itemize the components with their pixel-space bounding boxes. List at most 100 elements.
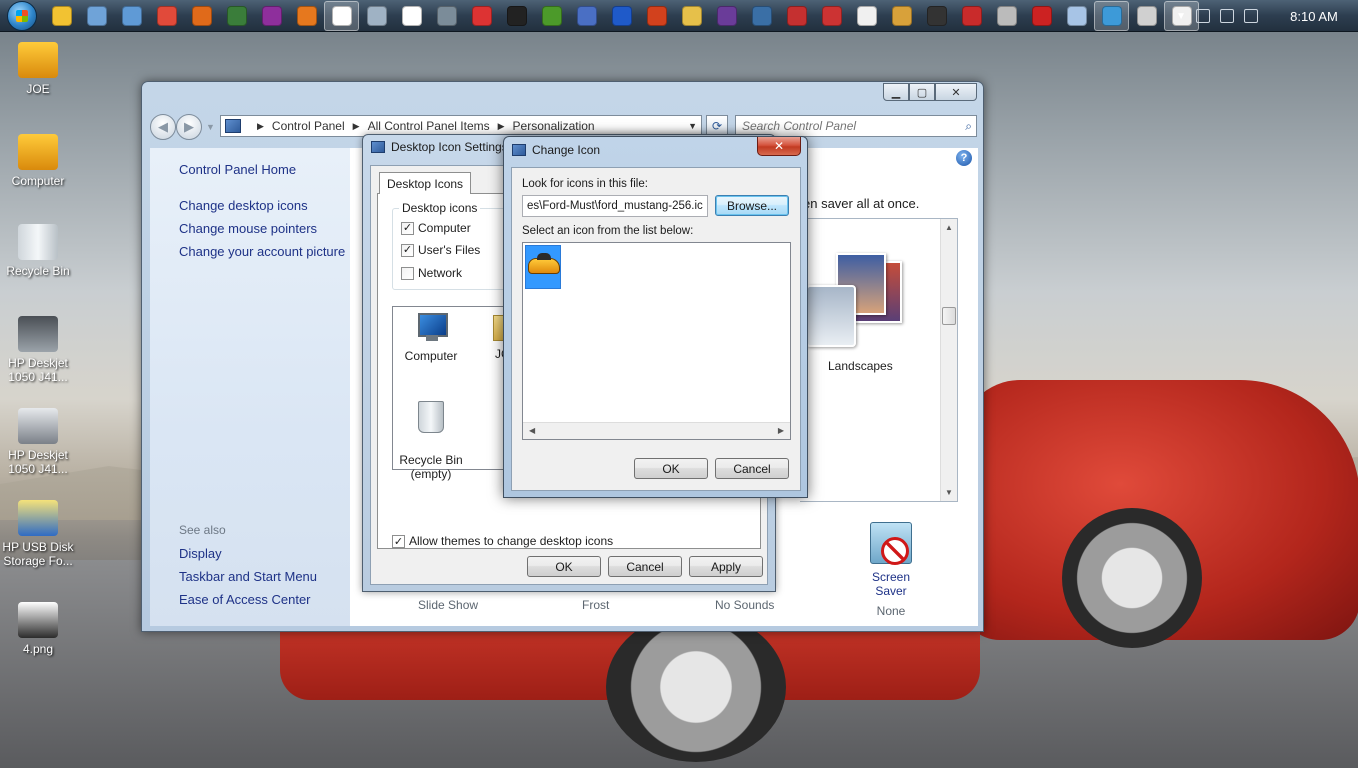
- taskbar-app-29-icon[interactable]: [1024, 1, 1059, 31]
- forward-button[interactable]: ▶: [176, 114, 202, 140]
- checkbox-box[interactable]: [401, 266, 414, 280]
- breadcrumb-separator-icon[interactable]: ▶: [257, 121, 264, 132]
- maximize-button[interactable]: ▢: [909, 83, 935, 101]
- checkbox-computer[interactable]: ✓ Computer: [401, 221, 471, 235]
- icon-list-scrollbar[interactable]: ◀ ▶: [523, 422, 790, 439]
- taskbar-app-27-icon[interactable]: [954, 1, 989, 31]
- taskbar-app-16-icon[interactable]: [569, 1, 604, 31]
- taskbar-app-11-icon[interactable]: [394, 1, 429, 31]
- breadcrumb-all-items[interactable]: All Control Panel Items: [368, 119, 490, 133]
- preview-item-computer[interactable]: Computer: [393, 313, 469, 363]
- tray-expand-icon[interactable]: ▼: [1176, 11, 1186, 22]
- scroll-thumb[interactable]: [942, 307, 956, 325]
- desktop-icon[interactable]: 4.png: [2, 602, 74, 656]
- preview-item-recycle-bin[interactable]: Recycle Bin (empty): [393, 387, 469, 481]
- clock[interactable]: 8:10 AM: [1282, 9, 1346, 24]
- search-input[interactable]: [736, 116, 946, 136]
- start-button[interactable]: [0, 0, 44, 32]
- link-change-account-picture[interactable]: Change your account picture: [179, 244, 345, 259]
- checkbox-network[interactable]: Network: [401, 266, 462, 280]
- taskbar-app-32-icon[interactable]: [1129, 1, 1164, 31]
- taskbar-app-6-icon[interactable]: [219, 1, 254, 31]
- taskbar-app-7-icon[interactable]: [254, 1, 289, 31]
- theme-label[interactable]: Landscapes: [828, 359, 893, 373]
- link-ease-of-access[interactable]: Ease of Access Center: [179, 592, 311, 607]
- back-button[interactable]: ◀: [150, 114, 176, 140]
- scroll-right-icon[interactable]: ▶: [778, 426, 784, 435]
- taskbar-app-9-icon[interactable]: [324, 0, 359, 31]
- scroll-down-icon[interactable]: ▼: [945, 488, 953, 497]
- taskbar-app-25-icon[interactable]: [884, 1, 919, 31]
- link-display[interactable]: Display: [179, 546, 222, 561]
- taskbar-app-24-icon[interactable]: [849, 1, 884, 31]
- search-icon[interactable]: ⌕: [965, 119, 972, 134]
- browse-button[interactable]: Browse...: [715, 195, 789, 216]
- taskbar-app-26-icon[interactable]: [919, 1, 954, 31]
- breadcrumb-personalization[interactable]: Personalization: [513, 119, 595, 133]
- scroll-left-icon[interactable]: ◀: [529, 426, 535, 435]
- icon-file-path-input[interactable]: [522, 195, 708, 217]
- cancel-button[interactable]: Cancel: [608, 556, 682, 577]
- taskbar-app-8-icon[interactable]: [289, 1, 324, 31]
- scroll-up-icon[interactable]: ▲: [945, 223, 953, 232]
- taskbar-app-23-icon[interactable]: [814, 1, 849, 31]
- flag-icon[interactable]: [1196, 9, 1210, 23]
- breadcrumb-control-panel[interactable]: Control Panel: [272, 119, 345, 133]
- taskbar-app-18-icon[interactable]: [639, 1, 674, 31]
- help-icon[interactable]: ?: [956, 150, 972, 166]
- window-color-value[interactable]: Frost: [582, 598, 609, 612]
- checkbox-box[interactable]: ✓: [392, 534, 405, 548]
- taskbar-app-3-icon[interactable]: [114, 1, 149, 31]
- minimize-button[interactable]: ▁: [883, 83, 909, 101]
- taskbar-app-14-icon[interactable]: [499, 1, 534, 31]
- taskbar-app-4-icon[interactable]: [149, 1, 184, 31]
- screen-saver-item[interactable]: Screen Saver None: [857, 522, 925, 618]
- desktop-icon[interactable]: JOE: [2, 42, 74, 96]
- desktop-icon[interactable]: Recycle Bin: [2, 224, 74, 278]
- breadcrumb-separator-icon[interactable]: ▶: [498, 121, 505, 132]
- icon-list-item[interactable]: [525, 245, 561, 289]
- close-button[interactable]: ✕: [757, 137, 801, 156]
- taskbar-app-20-icon[interactable]: [709, 1, 744, 31]
- taskbar-app-13-icon[interactable]: [464, 1, 499, 31]
- taskbar-app-28-icon[interactable]: [989, 1, 1024, 31]
- ok-button[interactable]: OK: [634, 458, 708, 479]
- taskbar-app-5-icon[interactable]: [184, 1, 219, 31]
- volume-muted-icon[interactable]: [1244, 9, 1258, 23]
- checkbox-box[interactable]: ✓: [401, 243, 414, 257]
- taskbar-app-31-icon[interactable]: [1094, 0, 1129, 31]
- link-change-mouse-pointers[interactable]: Change mouse pointers: [179, 221, 317, 236]
- checkbox-box[interactable]: ✓: [401, 221, 414, 235]
- taskbar-app-30-icon[interactable]: [1059, 1, 1094, 31]
- taskbar-app-2-icon[interactable]: [79, 1, 114, 31]
- theme-list-scrollbar[interactable]: ▲ ▼: [940, 219, 957, 501]
- landscapes-theme-thumbnail[interactable]: [800, 253, 910, 347]
- network-icon[interactable]: [1220, 9, 1234, 23]
- link-change-desktop-icons[interactable]: Change desktop icons: [179, 198, 308, 213]
- desktop-icon[interactable]: HP USB Disk Storage Fo...: [2, 500, 74, 568]
- history-dropdown-icon[interactable]: ▼: [206, 122, 215, 132]
- ok-button[interactable]: OK: [527, 556, 601, 577]
- sounds-value[interactable]: No Sounds: [715, 598, 774, 612]
- checkbox-users-files[interactable]: ✓ User's Files: [401, 243, 480, 257]
- taskbar-app-17-icon[interactable]: [604, 1, 639, 31]
- link-control-panel-home[interactable]: Control Panel Home: [179, 162, 296, 177]
- desktop-icon[interactable]: Computer: [2, 134, 74, 188]
- apply-button[interactable]: Apply: [689, 556, 763, 577]
- checkbox-allow-themes[interactable]: ✓ Allow themes to change desktop icons: [392, 534, 613, 548]
- close-button[interactable]: ✕: [935, 83, 977, 101]
- taskbar-app-1-icon[interactable]: [44, 1, 79, 31]
- taskbar-app-12-icon[interactable]: [429, 1, 464, 31]
- desktop-background-value[interactable]: Slide Show: [418, 598, 478, 612]
- desktop-icon[interactable]: HP Deskjet 1050 J41...: [2, 408, 74, 476]
- taskbar-app-19-icon[interactable]: [674, 1, 709, 31]
- desktop-icon[interactable]: HP Deskjet 1050 J41...: [2, 316, 74, 384]
- link-taskbar-start-menu[interactable]: Taskbar and Start Menu: [179, 569, 317, 584]
- address-dropdown-icon[interactable]: ▼: [688, 121, 697, 131]
- cancel-button[interactable]: Cancel: [715, 458, 789, 479]
- tab-desktop-icons[interactable]: Desktop Icons: [379, 172, 472, 194]
- breadcrumb-separator-icon[interactable]: ▶: [353, 121, 360, 132]
- taskbar-app-22-icon[interactable]: [779, 1, 814, 31]
- taskbar-app-15-icon[interactable]: [534, 1, 569, 31]
- screen-saver-label[interactable]: Screen Saver: [857, 570, 925, 598]
